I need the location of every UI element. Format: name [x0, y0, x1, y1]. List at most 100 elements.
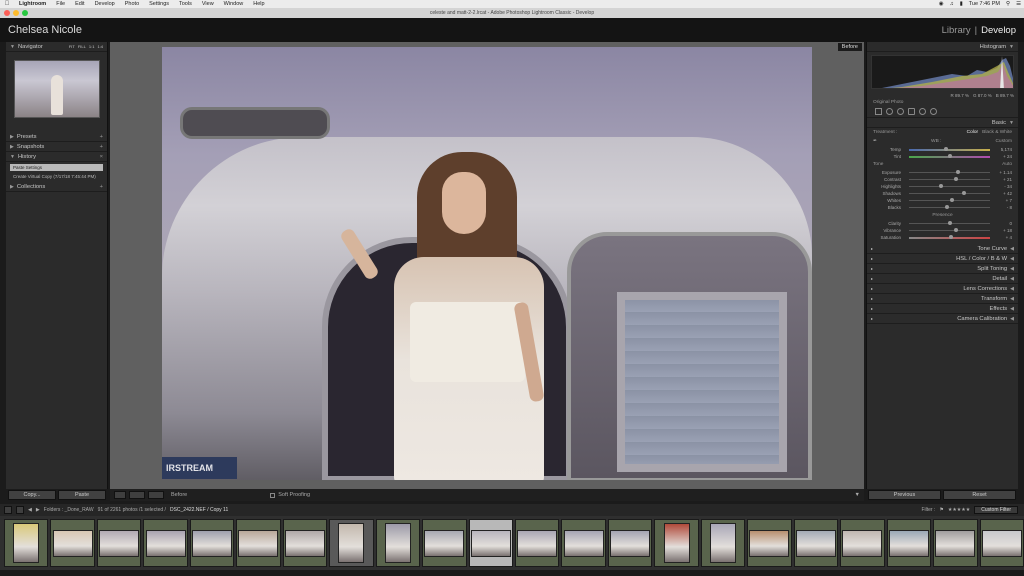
menu-view[interactable]: View — [197, 1, 219, 7]
slider-value[interactable]: + 1.14 — [994, 170, 1012, 175]
close-icon[interactable]: × — [100, 152, 103, 162]
filmstrip-thumbnail[interactable] — [933, 519, 978, 567]
zoom-1-1[interactable]: 1:1 — [89, 42, 95, 52]
slider-value[interactable]: + 21 — [994, 177, 1012, 182]
soft-proofing-checkbox[interactable] — [270, 492, 276, 498]
battery-icon[interactable]: ▮ — [957, 1, 966, 7]
filmstrip-thumbnail[interactable] — [700, 519, 746, 567]
snapshots-header[interactable]: ▶ Snapshots + — [6, 142, 107, 152]
slider-handle[interactable] — [962, 191, 967, 195]
loupe-view-button[interactable] — [114, 491, 126, 499]
menu-help[interactable]: Help — [248, 1, 269, 7]
list-icon[interactable]: ☰ — [1013, 1, 1024, 7]
soft-proofing-label[interactable]: Soft Proofing — [278, 492, 310, 498]
navigator-header[interactable]: ▼ Navigator FIT FILL 1:1 1:4 — [6, 42, 107, 52]
wb-dropdown[interactable]: Custom — [995, 139, 1012, 144]
flag-icon[interactable]: ⚑ — [939, 507, 943, 513]
presets-header[interactable]: ▶ Presets + — [6, 132, 107, 142]
reset-button[interactable]: Reset — [943, 490, 1016, 500]
auto-button[interactable]: Auto — [1002, 162, 1012, 167]
filmstrip-thumbnail[interactable] — [422, 519, 467, 567]
filmstrip-thumbnail[interactable] — [793, 519, 839, 567]
filmstrip-thumbnail[interactable] — [561, 519, 606, 567]
menu-photo[interactable]: Photo — [120, 1, 144, 7]
slider-track[interactable] — [909, 184, 990, 188]
crop-icon[interactable] — [875, 108, 882, 115]
slider-track[interactable] — [909, 170, 990, 174]
section-header[interactable]: ▸ HSL / Color / B & W ◀ — [867, 254, 1018, 264]
clock[interactable]: Tue 7:46 PM — [966, 1, 1003, 7]
zoom-1-4[interactable]: 1:4 — [97, 42, 103, 52]
swap-button[interactable] — [148, 491, 164, 499]
slider-value[interactable]: - 8 — [994, 205, 1012, 210]
plus-icon[interactable]: + — [100, 132, 103, 142]
eyedropper-icon[interactable]: ✒ — [873, 139, 877, 144]
history-header[interactable]: ▼ History × — [6, 152, 107, 162]
slider-handle[interactable] — [945, 205, 950, 209]
grid-view-icon[interactable] — [4, 506, 12, 514]
filmstrip-thumbnail[interactable] — [96, 519, 142, 567]
previous-button[interactable]: Previous — [868, 490, 941, 500]
slider-track[interactable] — [909, 191, 990, 195]
slider-value[interactable]: 5,174 — [994, 147, 1012, 152]
section-header[interactable]: ▸ Transform ◀ — [867, 294, 1018, 304]
filmstrip-thumbnail[interactable] — [143, 519, 188, 567]
slider-track[interactable] — [909, 198, 990, 202]
search-icon[interactable]: ⚲ — [1003, 1, 1013, 7]
history-item[interactable]: Paste Settings — [10, 164, 103, 171]
red-eye-icon[interactable] — [897, 108, 904, 115]
slider-handle[interactable] — [953, 228, 958, 232]
filmstrip-thumbnail[interactable] — [886, 519, 932, 567]
slider-track[interactable] — [909, 153, 990, 158]
filmstrip-thumbnail[interactable] — [514, 519, 560, 567]
second-window-icon[interactable] — [16, 506, 24, 514]
close-window-button[interactable] — [4, 10, 10, 16]
filmstrip-thumbnail[interactable] — [50, 519, 95, 567]
section-header[interactable]: ▸ Lens Corrections ◀ — [867, 284, 1018, 294]
filmstrip-thumbnail[interactable] — [747, 519, 792, 567]
slider-handle[interactable] — [944, 146, 949, 151]
radial-filter-icon[interactable] — [919, 108, 926, 115]
section-header[interactable]: ▸ Camera Calibration ◀ — [867, 314, 1018, 324]
apple-icon[interactable]:  — [0, 1, 14, 7]
zoom-fill[interactable]: FILL — [78, 42, 86, 52]
slider-handle[interactable] — [947, 153, 952, 158]
original-photo-label[interactable]: Original Photo — [867, 99, 1018, 106]
slider-handle[interactable] — [953, 177, 958, 181]
plus-icon[interactable]: + — [100, 142, 103, 152]
plus-icon[interactable]: + — [100, 182, 103, 192]
slider-handle[interactable] — [947, 221, 952, 225]
minimize-window-button[interactable] — [13, 10, 19, 16]
histogram-header[interactable]: Histogram ▼ — [867, 42, 1018, 52]
slider-value[interactable]: 0 — [994, 221, 1012, 226]
photo-preview[interactable]: IRSTREAM — [162, 47, 812, 480]
adjustment-brush-icon[interactable] — [930, 108, 937, 115]
slider-handle[interactable] — [949, 234, 954, 239]
section-header[interactable]: ▸ Split Toning ◀ — [867, 264, 1018, 274]
zoom-fit[interactable]: FIT — [69, 42, 75, 52]
section-header[interactable]: ▸ Effects ◀ — [867, 304, 1018, 314]
slider-track[interactable] — [909, 221, 990, 225]
menu-edit[interactable]: Edit — [70, 1, 89, 7]
nav-back-icon[interactable]: ◀ — [28, 507, 32, 513]
spot-removal-icon[interactable] — [886, 108, 893, 115]
histogram-graph[interactable] — [871, 55, 1014, 89]
graduated-filter-icon[interactable] — [908, 108, 915, 115]
slider-value[interactable]: + 7 — [994, 198, 1012, 203]
slider-track[interactable] — [909, 177, 990, 181]
filmstrip-thumbnail[interactable] — [282, 519, 328, 567]
filmstrip-thumbnail[interactable] — [375, 519, 421, 567]
folder-source[interactable]: Folders : _Done_RAW — [44, 507, 94, 513]
slider-value[interactable]: + 42 — [994, 191, 1012, 196]
menu-window[interactable]: Window — [219, 1, 249, 7]
filmstrip-thumbnail[interactable] — [4, 519, 49, 567]
slider-value[interactable]: + 4 — [994, 235, 1012, 240]
treatment-color[interactable]: Color — [967, 130, 978, 135]
menu-file[interactable]: File — [51, 1, 70, 7]
zoom-window-button[interactable] — [22, 10, 28, 16]
module-develop[interactable]: Develop — [981, 25, 1016, 36]
filmstrip-thumbnail[interactable] — [654, 519, 699, 567]
slider-track[interactable] — [909, 146, 990, 151]
menu-tools[interactable]: Tools — [174, 1, 197, 7]
paste-button[interactable]: Paste — [58, 490, 106, 500]
